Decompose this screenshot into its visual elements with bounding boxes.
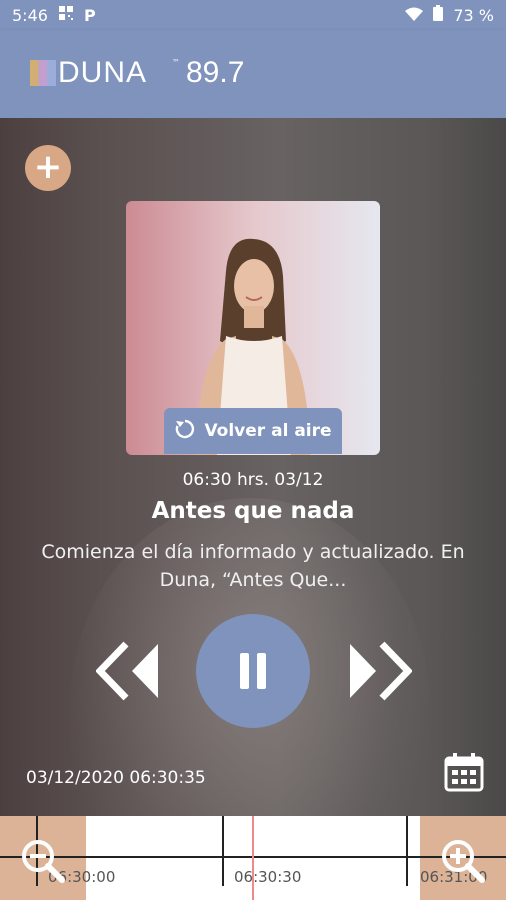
battery-icon	[433, 5, 444, 25]
status-bar: 5:46 P 73 %	[0, 0, 506, 30]
status-time: 5:46	[12, 5, 48, 25]
battery-level: 73 %	[453, 5, 494, 25]
wifi-icon	[405, 6, 424, 25]
refresh-icon	[174, 418, 196, 445]
back-to-live-label: Volver al aire	[204, 421, 332, 441]
calendar-icon	[444, 753, 484, 792]
zoom-out-button[interactable]	[20, 838, 66, 884]
player-area: + Volver al aire 06:30 hrs. 03/12 Antes …	[0, 118, 506, 816]
current-datetime: 03/12/2020 06:30:35	[26, 768, 206, 788]
forward-button[interactable]	[346, 640, 413, 702]
timeline-playhead[interactable]	[252, 816, 254, 900]
brand-trademark: ™	[172, 58, 180, 67]
double-chevron-left-icon	[95, 641, 158, 701]
zoom-out-icon	[22, 840, 65, 883]
timeline-tick	[406, 816, 408, 886]
back-to-live-button[interactable]: Volver al aire	[164, 408, 342, 454]
pause-button[interactable]	[196, 614, 310, 728]
qr-icon	[58, 5, 74, 25]
add-button[interactable]: +	[25, 145, 71, 191]
rewind-button[interactable]	[95, 640, 162, 702]
timeline-label: 06:30:30	[234, 868, 302, 886]
app-bar: DUNA ™ 89.7	[0, 30, 506, 118]
duna-logo-mark	[30, 60, 56, 86]
timeline-scrubber[interactable]: 06:30:00 06:30:30 06:31:00	[0, 816, 506, 900]
zoom-in-button[interactable]	[440, 838, 486, 884]
brand-frequency: 89.7	[186, 56, 245, 89]
zoom-in-icon	[442, 840, 485, 883]
pause-icon	[240, 653, 266, 689]
calendar-button[interactable]	[444, 752, 484, 792]
timeline-tick	[222, 816, 224, 886]
plus-icon: +	[33, 147, 63, 187]
show-title: Antes que nada	[151, 498, 355, 524]
show-description: Comienza el día informado y actualizado.…	[41, 541, 465, 591]
show-schedule: 06:30 hrs. 03/12	[182, 470, 324, 490]
double-chevron-right-icon	[350, 641, 413, 701]
brand-name: DUNA	[58, 56, 148, 89]
app-notification-badge: P	[83, 5, 96, 25]
